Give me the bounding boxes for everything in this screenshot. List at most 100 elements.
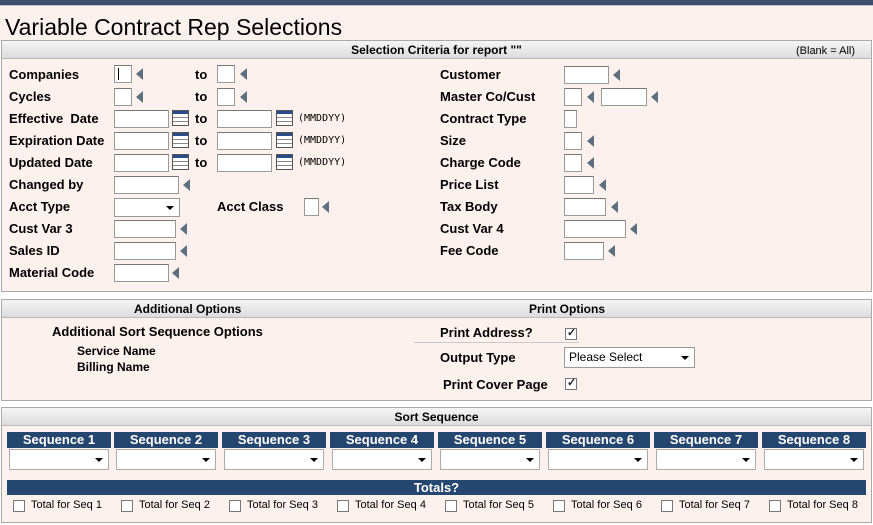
selection-criteria-title: Selection Criteria for report "" [351, 43, 522, 57]
total-seq-3-checkbox[interactable] [229, 500, 241, 512]
sequence-8-header: Sequence 8 [762, 432, 866, 448]
selection-criteria-header: Selection Criteria for report "" (Blank … [2, 41, 871, 59]
cycles-from-input[interactable] [114, 88, 132, 106]
sequence-1-header: Sequence 1 [7, 432, 111, 448]
sort-option-billing-name[interactable]: Billing Name [77, 360, 150, 374]
cust-var-4-input[interactable] [564, 220, 626, 238]
additional-sort-title: Additional Sort Sequence Options [52, 324, 263, 339]
sequence-1-select[interactable] [9, 449, 109, 470]
charge-code-lookup-icon[interactable] [587, 157, 594, 169]
changed-by-input[interactable] [114, 176, 179, 194]
companies-to-input[interactable] [217, 65, 235, 83]
sequence-5-select[interactable] [440, 449, 540, 470]
companies-to-lookup-icon[interactable] [240, 68, 247, 80]
acct-class-lookup-icon[interactable] [322, 201, 329, 213]
tax-body-lookup-icon[interactable] [611, 201, 618, 213]
output-type-select[interactable]: Please Select [564, 347, 695, 368]
sort-option-service-name[interactable]: Service Name [77, 344, 156, 358]
acct-type-label: Acct Type [9, 199, 71, 214]
companies-label: Companies [9, 67, 80, 82]
chevron-down-icon [742, 458, 750, 462]
effective-to-calendar-icon[interactable] [276, 110, 293, 126]
contract-type-input[interactable] [564, 110, 577, 128]
price-list-lookup-icon[interactable] [599, 179, 606, 191]
size-input[interactable] [564, 132, 582, 150]
sequence-3-select[interactable] [224, 449, 324, 470]
total-seq-7-checkbox[interactable] [661, 500, 673, 512]
cust-var-3-lookup-icon[interactable] [180, 223, 187, 235]
print-cover-checkbox[interactable] [565, 376, 577, 390]
expiration-date-from-input[interactable] [114, 132, 169, 150]
material-code-lookup-icon[interactable] [172, 267, 179, 279]
acct-class-label: Acct Class [217, 199, 284, 214]
expiration-date-to-input[interactable] [217, 132, 272, 150]
acct-class-input[interactable] [304, 198, 319, 216]
sequence-7-header: Sequence 7 [654, 432, 758, 448]
effective-date-from-input[interactable] [114, 110, 169, 128]
price-list-label: Price List [440, 177, 499, 192]
sequence-7-select[interactable] [656, 449, 756, 470]
cycles-to-input[interactable] [217, 88, 235, 106]
customer-lookup-icon[interactable] [613, 69, 620, 81]
sales-id-lookup-icon[interactable] [180, 245, 187, 257]
total-seq-2-checkbox[interactable] [121, 500, 133, 512]
companies-from-lookup-icon[interactable] [136, 68, 143, 80]
sequence-6-select[interactable] [548, 449, 648, 470]
total-seq-5-checkbox[interactable] [445, 500, 457, 512]
master-cust-input[interactable] [601, 88, 647, 106]
customer-input[interactable] [564, 66, 609, 84]
print-options-header: Print Options [529, 302, 605, 316]
changed-by-label: Changed by [9, 177, 84, 192]
sequence-4-select[interactable] [332, 449, 432, 470]
changed-by-lookup-icon[interactable] [183, 179, 190, 191]
chevron-down-icon [850, 458, 858, 462]
acct-type-select[interactable] [114, 198, 180, 217]
master-co-lookup-icon[interactable] [587, 91, 594, 103]
updated-date-to-input[interactable] [217, 154, 272, 172]
updated-to-label: to [195, 155, 208, 170]
size-lookup-icon[interactable] [587, 135, 594, 147]
material-code-input[interactable] [114, 264, 169, 282]
customer-label: Customer [440, 67, 501, 82]
print-address-label: Print Address? [440, 325, 533, 340]
fee-code-label: Fee Code [440, 243, 499, 258]
print-address-checkbox[interactable] [565, 326, 577, 340]
effective-date-to-input[interactable] [217, 110, 272, 128]
total-seq-4-checkbox[interactable] [337, 500, 349, 512]
master-cust-lookup-icon[interactable] [651, 91, 658, 103]
tax-body-input[interactable] [564, 198, 606, 216]
total-seq-6-checkbox[interactable] [553, 500, 565, 512]
updated-date-from-input[interactable] [114, 154, 169, 172]
cycles-to-lookup-icon[interactable] [240, 91, 247, 103]
companies-from-input[interactable] [114, 65, 132, 83]
cust-var-4-lookup-icon[interactable] [630, 223, 637, 235]
updated-to-calendar-icon[interactable] [276, 154, 293, 170]
total-seq-1-checkbox[interactable] [13, 500, 25, 512]
master-co-input[interactable] [564, 88, 582, 106]
fee-code-input[interactable] [564, 242, 604, 260]
cycles-from-lookup-icon[interactable] [136, 91, 143, 103]
expiration-to-calendar-icon[interactable] [276, 132, 293, 148]
expiration-from-calendar-icon[interactable] [172, 132, 189, 148]
total-seq-3-label: Total for Seq 3 [247, 499, 318, 511]
sequence-8-select[interactable] [764, 449, 864, 470]
effective-from-calendar-icon[interactable] [172, 110, 189, 126]
blank-all-note: (Blank = All) [796, 45, 855, 57]
sequence-2-select[interactable] [116, 449, 216, 470]
updated-from-calendar-icon[interactable] [172, 154, 189, 170]
sequence-3-header: Sequence 3 [222, 432, 326, 448]
fee-code-lookup-icon[interactable] [608, 245, 615, 257]
options-header: Additional Options Print Options [2, 300, 871, 318]
chevron-down-icon [681, 356, 689, 360]
master-co-cust-label: Master Co/Cust [440, 89, 536, 104]
cust-var-3-label: Cust Var 3 [9, 221, 73, 236]
cust-var-3-input[interactable] [114, 220, 176, 238]
price-list-input[interactable] [564, 176, 594, 194]
total-seq-7-label: Total for Seq 7 [679, 499, 750, 511]
charge-code-input[interactable] [564, 154, 582, 172]
sales-id-input[interactable] [114, 242, 176, 260]
tax-body-label: Tax Body [440, 199, 498, 214]
total-seq-8-checkbox[interactable] [769, 500, 781, 512]
sequence-6-header: Sequence 6 [546, 432, 650, 448]
companies-to-label: to [195, 67, 208, 82]
